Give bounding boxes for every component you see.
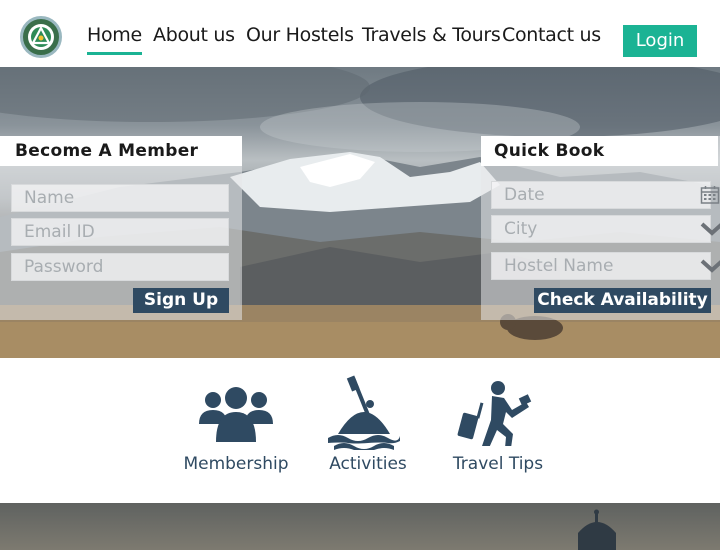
mosque-dome-silhouette [578, 509, 616, 550]
city-select[interactable]: City [491, 215, 720, 243]
nav-travels-tours[interactable]: Travels & Tours [362, 24, 501, 46]
name-field[interactable]: Name [11, 184, 229, 212]
feature-membership[interactable]: Membership [176, 384, 296, 484]
hostel-logo[interactable] [20, 16, 62, 58]
nav-about-us[interactable]: About us [153, 24, 235, 46]
nav-home[interactable]: Home [87, 24, 142, 55]
quick-book-title: Quick Book [481, 136, 718, 166]
feature-travel-tips[interactable]: Travel Tips [448, 378, 548, 484]
nav-contact-us[interactable]: Contact us [502, 24, 601, 46]
travel-tips-label: Travel Tips [452, 454, 544, 474]
group-icon [199, 387, 273, 442]
member-panel: Become A Member Name Email ID Password S… [0, 136, 242, 320]
member-panel-title: Become A Member [0, 136, 242, 166]
activities-label: Activities [329, 454, 407, 474]
date-placeholder: Date [504, 185, 545, 205]
password-field[interactable]: Password [11, 253, 229, 281]
hostel-select[interactable]: Hostel Name [491, 252, 720, 280]
hero-banner: Become A Member Name Email ID Password S… [0, 67, 720, 358]
sign-up-button[interactable]: Sign Up [133, 288, 229, 313]
check-availability-button[interactable]: Check Availability [534, 288, 711, 313]
login-button[interactable]: Login [623, 25, 697, 57]
site-header: Home About us Our Hostels Travels & Tour… [0, 0, 720, 67]
kayak-icon [328, 375, 400, 450]
membership-label: Membership [183, 454, 289, 474]
traveler-icon [457, 381, 532, 446]
hostel-placeholder: Hostel Name [504, 256, 614, 276]
quick-book-panel: Quick Book Date City Hostel Name Check A… [481, 136, 720, 320]
feature-activities[interactable]: Activities [318, 374, 418, 484]
city-placeholder: City [504, 219, 538, 239]
bottom-banner [0, 503, 720, 550]
date-field[interactable]: Date [491, 181, 720, 209]
nav-our-hostels[interactable]: Our Hostels [246, 24, 354, 46]
features-section: Membership Activities Travel Tips [0, 358, 720, 503]
email-field[interactable]: Email ID [11, 218, 229, 246]
